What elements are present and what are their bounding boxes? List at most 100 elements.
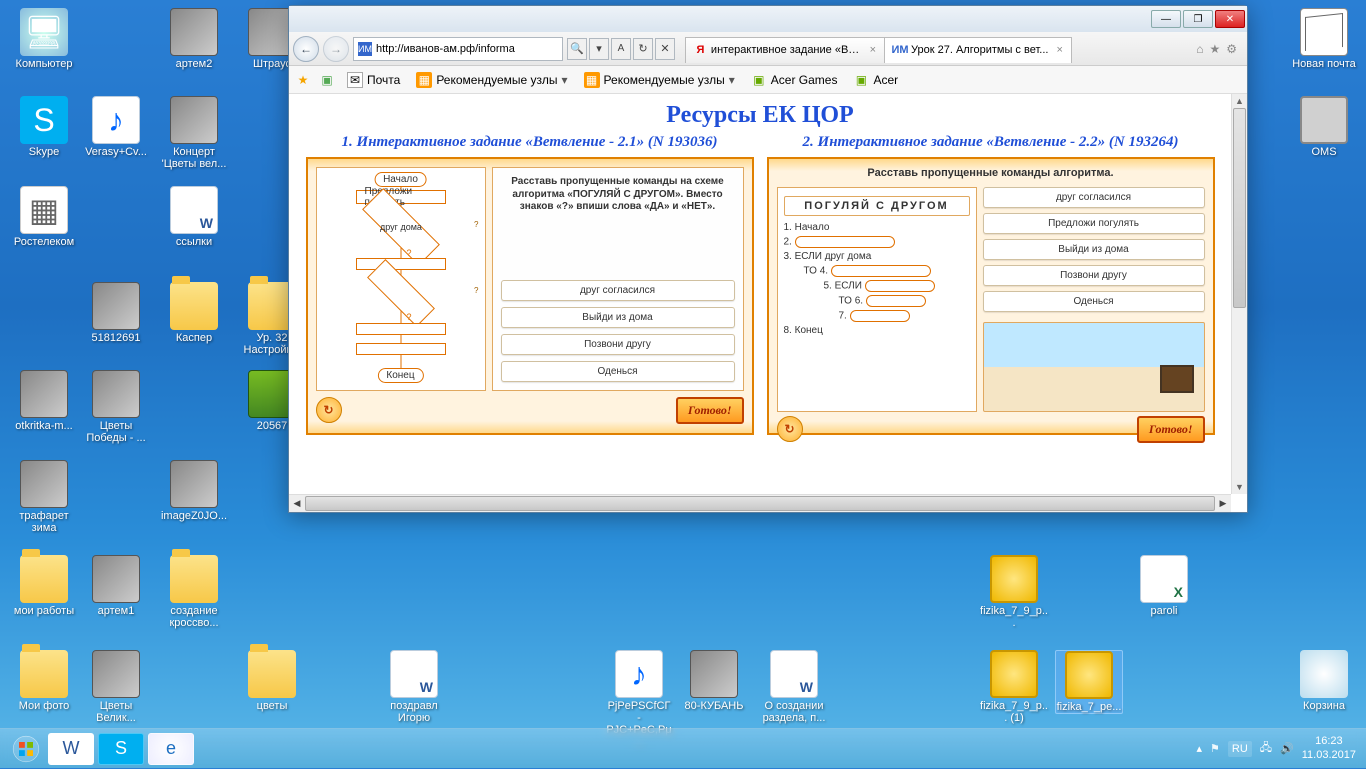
taskbar: W S e ▴ ⚑ RU 🖧 🔊 16:23 11.03.2017 — [0, 728, 1366, 768]
taskbar-item-word[interactable]: W — [48, 733, 94, 765]
tray-language[interactable]: RU — [1228, 741, 1252, 757]
coin-icon — [990, 555, 1038, 603]
desktop-icon[interactable]: цветы — [238, 650, 306, 712]
browser-tab[interactable]: ИМУрок 27. Алгоритмы с вет...× — [884, 37, 1072, 63]
chip[interactable]: Выйди из дома — [501, 307, 735, 328]
hscroll-thumb[interactable] — [305, 496, 1215, 511]
scroll-left-arrow[interactable]: ◀ — [289, 495, 305, 512]
desktop-icon[interactable]: мои работы — [10, 555, 78, 617]
home-icon[interactable]: ⌂ — [1196, 42, 1203, 56]
desktop-icon[interactable]: Цветы Велик... — [82, 650, 150, 724]
window-close-button[interactable]: ✕ — [1215, 10, 1245, 28]
chip[interactable]: друг согласился — [501, 280, 735, 301]
desktop-icon[interactable]: трафарет зима — [10, 460, 78, 534]
slot[interactable] — [795, 236, 895, 248]
desktop-icon[interactable]: 51812691 — [82, 282, 150, 344]
refresh-button[interactable]: ↻ — [633, 38, 653, 60]
desktop-icon[interactable]: Каспер — [160, 282, 228, 344]
slot[interactable] — [850, 310, 910, 322]
stop-button[interactable]: ✕ — [655, 38, 675, 60]
desktop-icon[interactable]: OMS — [1290, 96, 1358, 158]
scroll-thumb[interactable] — [1233, 108, 1246, 308]
desktop-icon[interactable]: артем2 — [160, 8, 228, 70]
desktop-icon[interactable]: ссылки — [160, 186, 228, 248]
scroll-down-arrow[interactable]: ▼ — [1232, 480, 1247, 494]
slot[interactable] — [866, 295, 926, 307]
desktop-icon[interactable]: Цветы Победы - ... — [82, 370, 150, 444]
desktop-icon[interactable]: otkritka-m... — [10, 370, 78, 432]
desktop-icon-label: fizika_7_pe... — [1056, 701, 1122, 713]
desktop-icon[interactable]: fizika_7_pe... — [1055, 650, 1123, 714]
web-slice-icon[interactable]: ▣ — [319, 72, 335, 88]
desktop-icon[interactable]: Мои фото — [10, 650, 78, 712]
folder-icon — [170, 282, 218, 330]
task-1-ready-button[interactable]: Готово! — [676, 397, 744, 424]
tab-close-icon[interactable]: × — [1056, 44, 1062, 56]
tab-close-icon[interactable]: × — [870, 44, 876, 56]
fc-slot-3[interactable] — [356, 343, 446, 355]
horizontal-scrollbar[interactable]: ◀ ▶ — [289, 494, 1231, 512]
favbar-recommended-1[interactable]: ▦Рекомендуемые узлы — [412, 70, 571, 90]
search-button[interactable]: 🔍 — [567, 38, 587, 60]
chip[interactable]: Выйди из дома — [983, 239, 1205, 260]
tray-action-center-icon[interactable]: ⚑ — [1210, 742, 1220, 755]
window-titlebar[interactable]: — ❐ ✕ — [289, 6, 1247, 32]
start-button[interactable] — [6, 729, 46, 769]
desktop-icon[interactable]: О создании раздела, п... — [760, 650, 828, 724]
scroll-up-arrow[interactable]: ▲ — [1232, 94, 1247, 108]
desktop-icon[interactable]: fizika_7_9_p... (1) — [980, 650, 1048, 724]
desktop-icon[interactable]: imageZ0JO... — [160, 460, 228, 522]
chip[interactable]: Позвони другу — [983, 265, 1205, 286]
tray-volume-icon[interactable]: 🔊 — [1280, 742, 1294, 755]
window-minimize-button[interactable]: — — [1151, 10, 1181, 28]
task-1-reset-button[interactable]: ↻ — [316, 397, 342, 423]
window-maximize-button[interactable]: ❐ — [1183, 10, 1213, 28]
search-dropdown[interactable]: ▾ — [589, 38, 609, 60]
desktop-icon[interactable]: 80-КУБАНЬ — [680, 650, 748, 712]
chip[interactable]: Позвони другу — [501, 334, 735, 355]
desktop-icon[interactable]: создание кроссво... — [160, 555, 228, 629]
favbar-recommended-2[interactable]: ▦Рекомендуемые узлы — [580, 70, 739, 90]
tray-network-icon[interactable]: 🖧 — [1260, 739, 1272, 758]
nav-back-button[interactable]: ← — [293, 36, 319, 62]
flowchart-panel[interactable]: Начало Предложи погулять друг дома ? ? ?… — [316, 167, 486, 391]
desktop-icon[interactable]: paroli — [1130, 555, 1198, 617]
desktop-icon[interactable]: Концерт 'Цветы вел... — [160, 96, 228, 170]
desktop-icon[interactable]: поздравл Игорю — [380, 650, 448, 724]
fc-slot-1[interactable] — [356, 258, 446, 270]
task-2-reset-button[interactable]: ↻ — [777, 416, 803, 442]
tray-clock[interactable]: 16:23 11.03.2017 — [1302, 735, 1360, 761]
favbar-mail[interactable]: ✉Почта — [343, 70, 404, 90]
fc-slot-2[interactable] — [356, 323, 446, 335]
chip[interactable]: друг согласился — [983, 187, 1205, 208]
desktop-icon[interactable]: ▦Ростелеком — [10, 186, 78, 248]
tray-show-hidden-icon[interactable]: ▴ — [1196, 742, 1202, 755]
desktop-icon[interactable]: ♪Verasy+Cv... — [82, 96, 150, 158]
taskbar-item-skype[interactable]: S — [98, 733, 144, 765]
address-bar[interactable]: ИМ http://иванов-ам.рф/informa — [353, 37, 563, 61]
add-favorite-icon[interactable]: ★ — [295, 72, 311, 88]
browser-tab[interactable]: Яинтерактивное задание «Ветв...× — [685, 37, 885, 63]
desktop-icon[interactable]: SSkype — [10, 96, 78, 158]
desktop-icon[interactable]: артем1 — [82, 555, 150, 617]
desktop-icon[interactable]: Новая почта — [1290, 8, 1358, 70]
desktop-icon[interactable]: Корзина — [1290, 650, 1358, 712]
vertical-scrollbar[interactable]: ▲ ▼ — [1231, 94, 1247, 494]
slot[interactable] — [831, 265, 931, 277]
chip[interactable]: Оденься — [501, 361, 735, 382]
chip[interactable]: Оденься — [983, 291, 1205, 312]
tools-icon[interactable]: ⚙ — [1226, 42, 1237, 56]
taskbar-item-ie[interactable]: e — [148, 733, 194, 765]
favbar-acer[interactable]: ▣Acer — [849, 70, 902, 90]
chip[interactable]: Предложи погулять — [983, 213, 1205, 234]
slot[interactable] — [865, 280, 935, 292]
nav-forward-button[interactable]: → — [323, 36, 349, 62]
desktop-icon[interactable]: fizika_7_9_p... — [980, 555, 1048, 629]
compat-view-button[interactable]: A — [611, 38, 631, 60]
task-2-ready-button[interactable]: Готово! — [1137, 416, 1205, 443]
favorites-icon[interactable]: ★ — [1209, 42, 1220, 56]
scroll-right-arrow[interactable]: ▶ — [1215, 495, 1231, 512]
favbar-acer-games[interactable]: ▣Acer Games — [747, 70, 842, 90]
tab-favicon: Я — [694, 43, 707, 57]
desktop-icon[interactable]: 🖥Компьютер — [10, 8, 78, 70]
